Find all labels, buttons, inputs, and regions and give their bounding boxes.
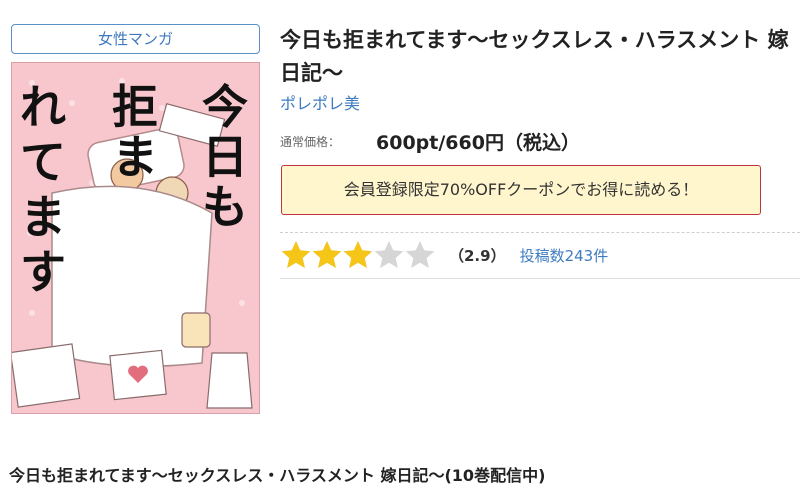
price-value: 600pt/660円（税込） <box>376 131 580 154</box>
star-icon <box>374 241 404 268</box>
divider <box>280 278 800 279</box>
star-icon <box>281 241 311 268</box>
review-count-link[interactable]: 投稿数243件 <box>520 245 609 266</box>
star-icon <box>343 241 373 268</box>
rating-row: （2.9） 投稿数243件 <box>280 238 608 272</box>
price-row: 通常価格： 600pt/660円（税込） <box>280 127 580 155</box>
book-title: 今日も拒まれてます〜セックスレス・ハラスメント 嫁日記〜 <box>280 28 789 85</box>
price-label: 通常価格： <box>280 134 341 149</box>
cover-illustration: 今 日 も 拒 ま れ て ま す <box>12 63 259 413</box>
series-title: 今日も拒まれてます〜セックスレス・ハラスメント 嫁日記〜(10巻配信中) <box>9 466 546 485</box>
author-link[interactable]: ポレポレ美 <box>280 90 360 114</box>
book-cover-image[interactable]: 今 日 も 拒 ま れ て ま す <box>11 62 260 414</box>
rating-score: （2.9） <box>449 246 506 265</box>
category-badge[interactable]: 女性マンガ <box>11 24 260 54</box>
rating-stars <box>280 239 435 271</box>
coupon-banner[interactable]: 会員登録限定70%OFFクーポンでお得に読める！ <box>281 165 761 215</box>
divider <box>280 232 800 233</box>
star-icon <box>405 241 435 268</box>
star-icon <box>312 241 342 268</box>
